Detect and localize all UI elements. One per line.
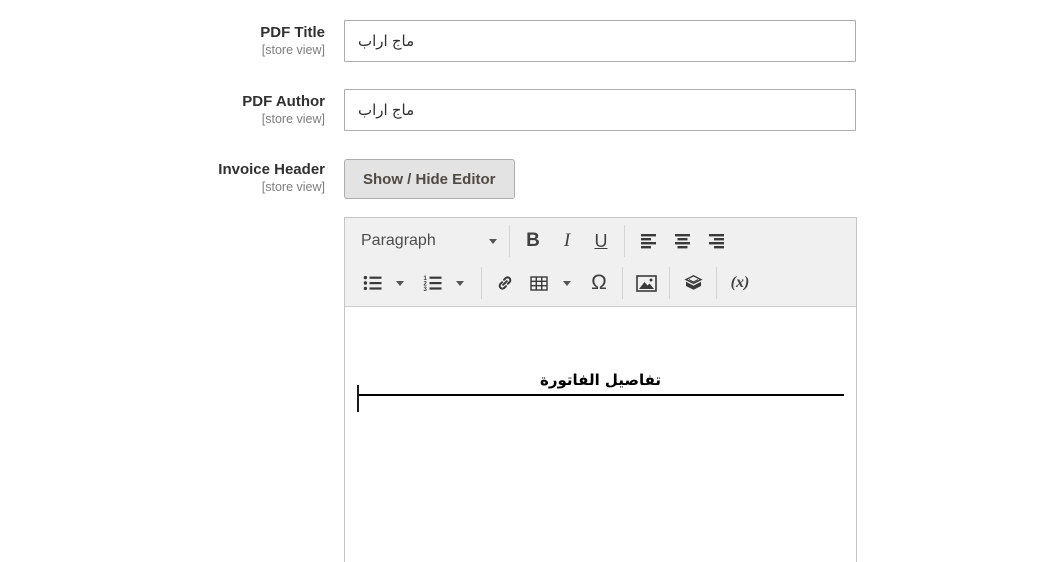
toolbar-row-2: 1 2 3 [345, 262, 856, 304]
pdf-title-label-group: PDF Title [store view] [0, 23, 325, 58]
toolbar-separator [624, 225, 625, 257]
chevron-down-icon [563, 281, 571, 286]
editor-toolbar: Paragraph B I U [345, 218, 856, 307]
toolbar-separator [622, 267, 623, 299]
invoice-header-scope: [store view] [0, 180, 325, 195]
numbered-list-menu-button[interactable] [449, 266, 471, 300]
image-icon [636, 275, 657, 292]
align-left-button[interactable] [631, 224, 665, 258]
pdf-author-label-group: PDF Author [store view] [0, 92, 325, 127]
svg-text:3: 3 [423, 287, 427, 291]
align-right-button[interactable] [699, 224, 733, 258]
chevron-down-icon [396, 281, 404, 286]
table-menu-button[interactable] [556, 266, 578, 300]
bullet-list-menu-button[interactable] [389, 266, 411, 300]
bold-button[interactable]: B [516, 224, 550, 258]
pdf-author-label: PDF Author [0, 92, 325, 111]
omega-icon: Ω [591, 271, 607, 295]
table-icon [530, 276, 548, 291]
insert-table-button[interactable] [522, 266, 556, 300]
show-hide-editor-button[interactable]: Show / Hide Editor [344, 159, 515, 199]
insert-widget-button[interactable] [676, 266, 710, 300]
toolbar-separator [669, 267, 670, 299]
underline-button[interactable]: U [584, 224, 618, 258]
insert-link-button[interactable] [488, 266, 522, 300]
format-select-label: Paragraph [361, 232, 436, 250]
insert-variable-button[interactable]: (x) [723, 266, 757, 300]
pdf-author-scope: [store view] [0, 112, 325, 127]
chevron-down-icon [489, 239, 497, 244]
pdf-title-label: PDF Title [0, 23, 325, 42]
variable-icon: (x) [731, 274, 750, 292]
link-icon [496, 274, 514, 292]
chevron-down-icon [456, 281, 464, 286]
invoice-details-heading: تفاصيل الفاتورة [357, 369, 844, 396]
italic-button[interactable]: I [550, 224, 584, 258]
numbered-list-icon: 1 2 3 [423, 275, 442, 291]
pdf-settings-form: PDF Title [store view] PDF Author [store… [0, 0, 1060, 562]
special-character-button[interactable]: Ω [582, 266, 616, 300]
text-cursor [357, 385, 359, 412]
bullet-list-icon [363, 275, 382, 291]
wysiwyg-editor: Paragraph B I U [344, 217, 857, 562]
invoice-header-label: Invoice Header [0, 160, 325, 179]
pdf-title-scope: [store view] [0, 43, 325, 58]
align-right-icon [708, 233, 725, 249]
widget-icon [684, 275, 703, 292]
toolbar-row-1: Paragraph B I U [345, 220, 856, 262]
toolbar-separator [716, 267, 717, 299]
invoice-header-label-group: Invoice Header [store view] [0, 160, 325, 195]
pdf-author-input[interactable] [344, 89, 856, 131]
bullet-list-button[interactable] [355, 266, 389, 300]
align-center-button[interactable] [665, 224, 699, 258]
format-select[interactable]: Paragraph [355, 224, 503, 258]
toolbar-separator [481, 267, 482, 299]
editor-content-area[interactable]: تفاصيل الفاتورة [345, 369, 856, 562]
align-center-icon [674, 233, 691, 249]
align-left-icon [640, 233, 657, 249]
pdf-title-input[interactable] [344, 20, 856, 62]
insert-image-button[interactable] [629, 266, 663, 300]
toolbar-separator [509, 225, 510, 257]
numbered-list-button[interactable]: 1 2 3 [415, 266, 449, 300]
